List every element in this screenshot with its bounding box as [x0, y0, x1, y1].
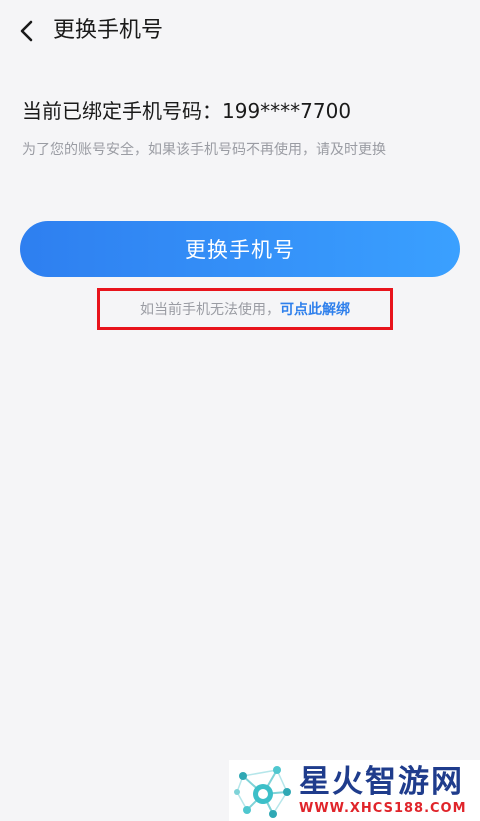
bound-phone-label: 当前已绑定手机号码：	[22, 99, 222, 123]
watermark: 星火智游网 WWW.XHCS188.COM	[229, 760, 480, 821]
chevron-left-icon	[20, 20, 33, 42]
page-title: 更换手机号	[53, 18, 164, 43]
unbind-link[interactable]: 可点此解绑	[280, 299, 350, 319]
bound-phone-number: 199****7700	[222, 99, 352, 123]
watermark-brand: 星火智游网	[299, 764, 464, 800]
back-button[interactable]	[14, 17, 42, 45]
security-hint: 为了您的账号安全，如果该手机号码不再使用，请及时更换	[22, 142, 386, 158]
change-phone-button[interactable]: 更换手机号	[20, 221, 460, 277]
unbind-prefix-text: 如当前手机无法使用，	[140, 302, 280, 318]
unbind-highlight-box: 如当前手机无法使用， 可点此解绑	[97, 288, 393, 330]
bound-phone-line: 当前已绑定手机号码：199****7700	[22, 96, 351, 126]
network-logo-icon	[234, 766, 291, 818]
watermark-url: WWW.XHCS188.COM	[299, 801, 467, 816]
top-bar: 更换手机号	[0, 0, 480, 64]
